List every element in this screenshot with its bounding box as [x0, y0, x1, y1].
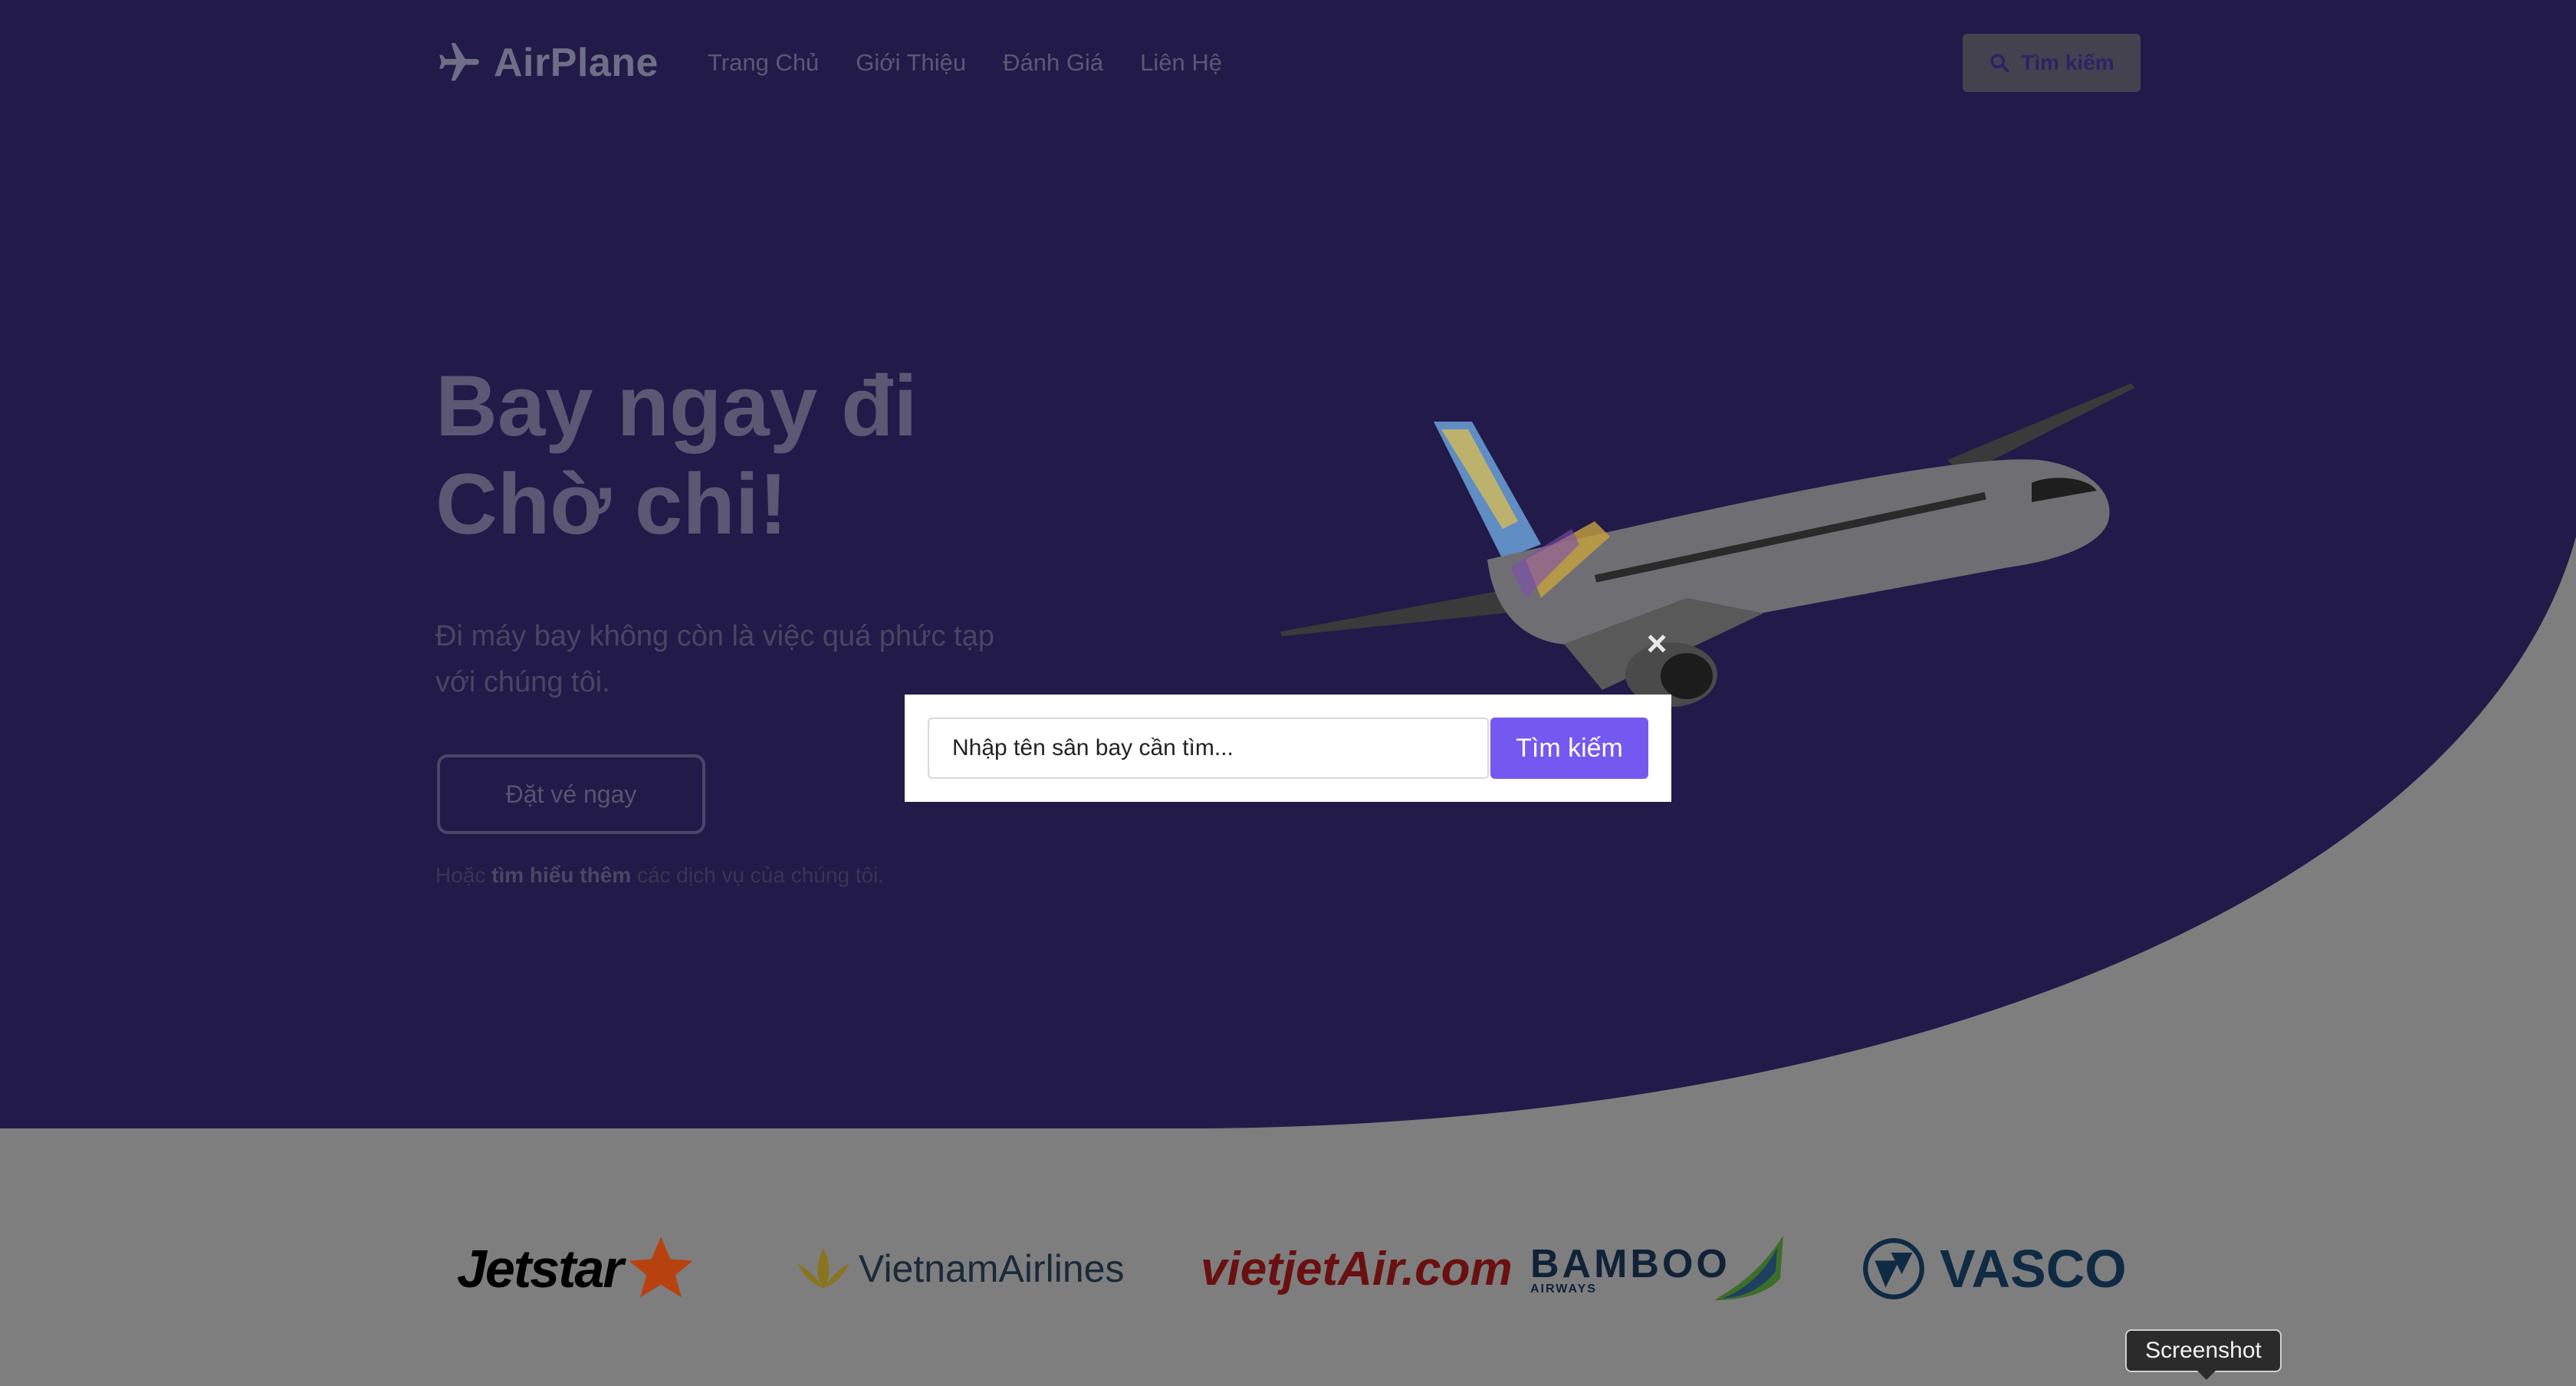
star-icon	[628, 1237, 693, 1298]
jetstar-logo-text: Jetstar	[457, 1239, 624, 1299]
vasco-text: VASCO	[1940, 1239, 2127, 1299]
airplane-illustration	[1280, 383, 2134, 707]
close-icon: ×	[1646, 623, 1668, 663]
nav-link-home[interactable]: Trang Chủ	[708, 49, 819, 77]
vietnam-airlines-logo: VietnamAirlines	[788, 1227, 1124, 1311]
nav-link-about[interactable]: Giới Thiệu	[856, 49, 966, 77]
brand-name: AirPlane	[494, 41, 659, 85]
bamboo-leaf-icon	[1714, 1236, 1783, 1300]
search-modal: Nhập tên sân bay cần tìm... Tìm kiếm	[905, 695, 1671, 802]
hero-note: Hoặc tìm hiểu thêm các dịch vụ của chúng…	[435, 863, 884, 888]
search-icon	[1990, 54, 2009, 73]
hero-lead: Đi máy bay không còn là việc quá phức tạ…	[435, 620, 994, 698]
hero-note-suffix: các dịch vụ của chúng tôi.	[636, 863, 885, 887]
hero-title: Bay ngay đi Chờ chi!	[435, 357, 1125, 553]
airport-search-input[interactable]: Nhập tên sân bay cần tìm...	[928, 718, 1489, 779]
learn-more-link[interactable]: tìm hiểu thêm	[491, 863, 631, 887]
navbar: AirPlane Trang Chủ Giới Thiệu Đánh Giá L…	[435, 31, 2141, 95]
nav-link-contact[interactable]: Liên Hệ	[1140, 49, 1222, 77]
brand-logo[interactable]: AirPlane	[435, 39, 659, 87]
vasco-emblem-icon	[1863, 1238, 1924, 1299]
page: AirPlane Trang Chủ Giới Thiệu Đánh Giá L…	[0, 0, 2576, 1386]
jetstar-logo: Jetstar	[457, 1227, 699, 1311]
vasco-logo: VASCO	[1861, 1227, 2127, 1311]
screenshot-tooltip: Screenshot	[2125, 1329, 2282, 1380]
modal-search-button[interactable]: Tìm kiếm	[1490, 718, 1648, 779]
airplane-icon	[439, 43, 479, 81]
vietjet-logo: vietjetAir.com	[1201, 1242, 1513, 1296]
vietnam-airlines-text: VietnamAirlines	[859, 1247, 1125, 1290]
hero-note-prefix: Hoặc	[435, 863, 486, 887]
hero-title-line1: Bay ngay đi	[435, 358, 918, 454]
hero-title-line2: Chờ chi!	[435, 456, 788, 552]
book-now-button[interactable]: Đặt vé ngay	[437, 754, 705, 834]
nav-link-reviews[interactable]: Đánh Giá	[1003, 49, 1103, 77]
nav-search-label: Tìm kiếm	[2021, 51, 2114, 74]
bamboo-logo-text: BAMBOO	[1530, 1242, 1730, 1286]
bamboo-airways-logo: BAMBOO AIRWAYS	[1530, 1227, 1730, 1311]
nav-links: Trang Chủ Giới Thiệu Đánh Giá Liên Hệ	[708, 49, 1222, 77]
bamboo-logo-subtext: AIRWAYS	[1530, 1283, 1597, 1296]
nav-search-button[interactable]: Tìm kiếm	[1963, 34, 2141, 92]
lotus-icon	[797, 1248, 849, 1288]
modal-close-button[interactable]: ×	[1644, 626, 1670, 661]
